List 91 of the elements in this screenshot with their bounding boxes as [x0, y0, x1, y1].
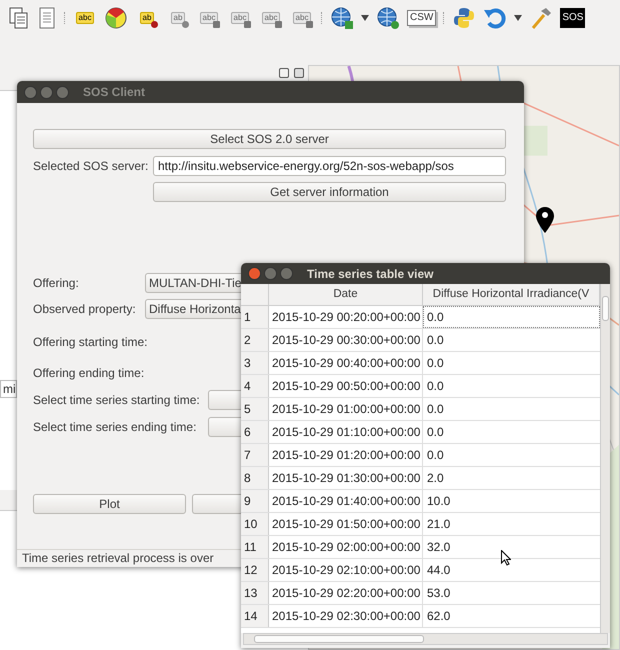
row-header[interactable]: 11 [241, 536, 269, 558]
caret-icon[interactable] [514, 14, 522, 20]
table-cell-text: 0.0 [426, 401, 445, 418]
table-cell: 2015-10-29 00:30:00+00:00 [269, 329, 423, 351]
field-label: Offering ending time: [33, 365, 144, 382]
column-header[interactable]: Date [269, 284, 423, 305]
sos-button[interactable]: SOS [560, 8, 586, 28]
table-cell: 2015-10-29 00:40:00+00:00 [269, 352, 423, 374]
table-cell: 2015-10-29 00:50:00+00:00 [269, 375, 423, 397]
label-tool-text: ab [140, 12, 154, 24]
table-cell-text: 0.0 [426, 355, 445, 372]
property-dropdown[interactable]: Diffuse Horizonta [145, 299, 241, 319]
row-header[interactable]: 7 [241, 444, 269, 466]
close-button[interactable] [248, 267, 261, 280]
action-button[interactable] [192, 494, 241, 514]
caret-icon[interactable] [361, 14, 369, 20]
date-time-field[interactable] [208, 390, 241, 410]
label-tool-text: abc [76, 12, 94, 24]
select-server-button[interactable]: Select SOS 2.0 server [33, 129, 506, 149]
label-tool-text: abc [292, 12, 312, 24]
row-header[interactable]: 10 [241, 513, 269, 535]
globe-search-icon[interactable] [376, 6, 400, 30]
row-header[interactable]: 3 [241, 352, 269, 374]
row-header[interactable]: 12 [241, 559, 269, 581]
label-tool-text: abc [262, 12, 280, 24]
table-cell-text: 62.0 [426, 608, 452, 625]
table-cell-text: 0.0 [426, 447, 445, 464]
minimize-button[interactable] [264, 267, 277, 280]
table-cell-text: 2.0 [426, 470, 445, 487]
table-cell-text: 53.0 [426, 585, 452, 602]
row-header[interactable]: 5 [241, 398, 269, 420]
maximize-button[interactable] [56, 86, 69, 98]
plot-button[interactable]: Plot [33, 494, 186, 514]
label-tool-text: ab [170, 12, 186, 24]
server-info-button[interactable]: Get server information [153, 182, 506, 202]
horizontal-scrollbar[interactable] [243, 633, 608, 645]
offering-dropdown[interactable]: MULTAN-DHI-Tie [145, 273, 241, 293]
table-cell: 2015-10-29 02:30:00+00:00 [269, 605, 423, 627]
label-tool-text: abc [230, 12, 250, 24]
table-cell: 2015-10-29 01:20:00+00:00 [269, 444, 423, 466]
minimize-button[interactable] [40, 86, 53, 98]
vertical-scrollbar[interactable] [600, 284, 610, 633]
field-label: Offering: [33, 275, 80, 292]
table-cell-text: 0.0 [426, 424, 445, 441]
table-cell-text: 10.0 [426, 493, 452, 510]
row-header[interactable]: 13 [241, 582, 269, 604]
table-cell: 2015-10-29 00:20:00+00:00 [269, 306, 423, 328]
row-header[interactable]: 8 [241, 467, 269, 489]
close-button[interactable] [24, 86, 37, 98]
row-header[interactable]: 6 [241, 421, 269, 443]
field-label: Observed property: [33, 301, 137, 318]
table-cell: 2015-10-29 01:50:00+00:00 [269, 513, 423, 535]
table-cell: 2015-10-29 02:20:00+00:00 [269, 582, 423, 604]
close-button[interactable] [294, 68, 304, 78]
label-tool-text: abc [200, 12, 218, 24]
row-header[interactable]: 2 [241, 329, 269, 351]
row-header[interactable]: 4 [241, 375, 269, 397]
map-pin-icon [536, 207, 554, 233]
label-tool-icon[interactable]: abc [73, 6, 97, 28]
table-cell: 2015-10-29 02:10:00+00:00 [269, 559, 423, 581]
table-cell-text: 0.0 [426, 332, 445, 349]
globe-add-icon[interactable] [330, 6, 354, 30]
table-cell: 2015-10-29 01:30:00+00:00 [269, 467, 423, 489]
table-cell: 2015-10-29 01:10:00+00:00 [269, 421, 423, 443]
field-label: Select time series ending time: [33, 419, 198, 436]
date-time-field[interactable] [208, 417, 241, 437]
document-icon[interactable] [37, 6, 57, 30]
table-cell: 2015-10-29 02:00:00+00:00 [269, 536, 423, 558]
text-field[interactable]: mi [0, 380, 17, 398]
table-cell-text: 21.0 [426, 516, 452, 533]
table-cell: 2015-10-29 01:40:00+00:00 [269, 490, 423, 512]
window-title: SOS Client [83, 84, 146, 101]
copy-icon[interactable] [8, 6, 30, 30]
row-header[interactable]: 1 [241, 306, 269, 328]
float-button[interactable] [279, 68, 289, 78]
undo-icon[interactable] [483, 6, 508, 30]
table-cell: 2015-10-29 01:00:00+00:00 [269, 398, 423, 420]
mouse-cursor-icon [501, 550, 511, 566]
server-url-field[interactable]: http://insitu.webservice-energy.org/52n-sos-webapp/sos [153, 156, 506, 176]
row-header[interactable]: 14 [241, 605, 269, 627]
hammer-icon[interactable] [529, 6, 554, 30]
field-label: Select time series starting time: [33, 392, 201, 409]
row-header[interactable]: 9 [241, 490, 269, 512]
maximize-button[interactable] [280, 267, 293, 280]
field-label: Offering starting time: [33, 334, 148, 351]
field-label: Selected SOS server: [33, 158, 150, 175]
table-cell-text: 0.0 [426, 378, 445, 395]
window-title: Time series table view [307, 266, 434, 282]
python-icon[interactable] [452, 6, 476, 30]
pie-chart-icon[interactable] [104, 6, 128, 30]
csw-button[interactable]: CSW [407, 10, 436, 26]
